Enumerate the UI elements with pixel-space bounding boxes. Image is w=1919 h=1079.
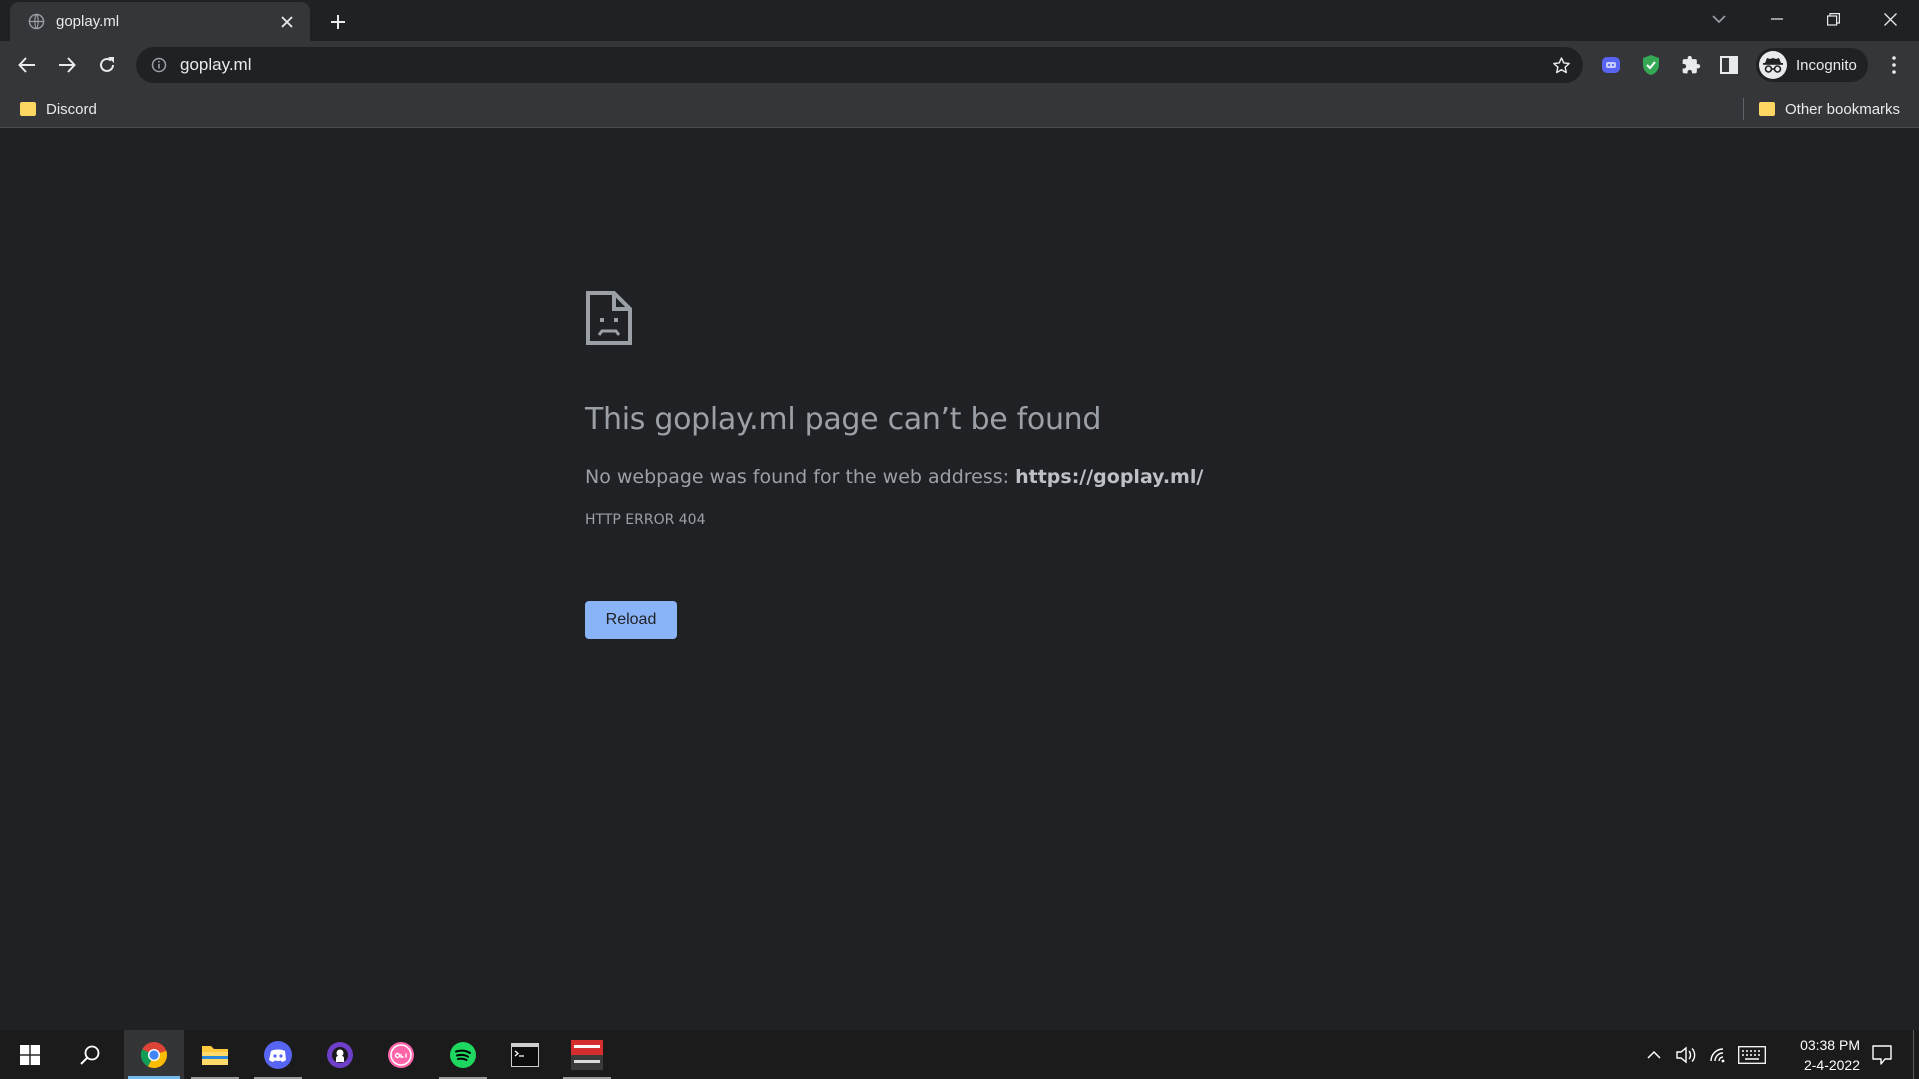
reload-button[interactable]: Reload <box>585 601 677 639</box>
url-text: goplay.ml <box>180 55 252 74</box>
github-icon <box>327 1041 353 1068</box>
discord-icon <box>264 1040 292 1069</box>
restore-button[interactable] <box>1805 0 1862 38</box>
other-bookmarks-label: Other bookmarks <box>1785 100 1901 118</box>
close-window-button[interactable] <box>1862 0 1919 38</box>
error-code: HTTP ERROR 404 <box>585 512 706 528</box>
incognito-icon <box>1759 51 1787 79</box>
minimize-button[interactable] <box>1748 0 1805 38</box>
taskbar-discord[interactable] <box>248 1030 308 1079</box>
error-url: https://goplay.ml/ <box>1015 466 1204 488</box>
profile-label: Incognito <box>1796 56 1857 74</box>
error-description-text: No webpage was found for the web address… <box>585 466 1010 488</box>
folder-icon <box>202 1045 228 1065</box>
windows-taskbar: 03:38 PM 2-4-2022 <box>0 1030 1919 1079</box>
terminal-icon <box>511 1042 539 1067</box>
search-icon[interactable] <box>60 1030 120 1079</box>
window-controls <box>1748 0 1919 38</box>
osu-icon <box>388 1041 414 1068</box>
error-description: No webpage was found for the web address… <box>585 466 1203 488</box>
browser-tab[interactable]: goplay.ml <box>10 2 310 41</box>
globe-icon <box>26 12 46 32</box>
site-info-icon[interactable] <box>150 56 168 74</box>
folder-icon <box>1759 102 1775 116</box>
taskbar-voicemeeter[interactable] <box>557 1030 617 1079</box>
back-button[interactable] <box>11 49 43 81</box>
start-button[interactable] <box>0 1030 60 1079</box>
volume-icon[interactable] <box>1672 1030 1700 1079</box>
sad-document-icon <box>585 290 633 346</box>
error-title: This goplay.ml page can’t be found <box>585 402 1102 437</box>
tab-strip: goplay.ml <box>0 0 1919 41</box>
discord-extension-icon[interactable] <box>1597 51 1625 79</box>
browser-toolbar: goplay.ml Incognito <box>0 41 1919 89</box>
folder-icon <box>20 102 36 116</box>
shield-extension-icon[interactable] <box>1637 51 1665 79</box>
chrome-icon <box>140 1041 167 1068</box>
keyboard-icon[interactable] <box>1736 1030 1768 1079</box>
side-panel-icon[interactable] <box>1715 51 1743 79</box>
bookmark-star-icon[interactable] <box>1551 55 1571 75</box>
reload-icon[interactable] <box>91 49 123 81</box>
voicemeeter-icon <box>571 1039 603 1070</box>
notification-center-icon[interactable] <box>1862 1030 1902 1079</box>
network-icon[interactable] <box>1704 1030 1732 1079</box>
bookmarks-separator <box>1743 98 1744 120</box>
bookmarks-bar: Discord Other bookmarks <box>0 89 1919 128</box>
taskbar-chrome[interactable] <box>124 1030 184 1079</box>
taskbar-file-explorer[interactable] <box>185 1030 245 1079</box>
taskbar-spotify[interactable] <box>433 1030 493 1079</box>
puzzle-extensions-icon[interactable] <box>1677 51 1705 79</box>
taskbar-terminal[interactable] <box>495 1030 555 1079</box>
close-tab-icon[interactable] <box>276 11 298 33</box>
bookmark-label: Discord <box>46 100 97 118</box>
more-menu-icon[interactable] <box>1880 51 1908 79</box>
address-bar[interactable]: goplay.ml <box>136 47 1583 83</box>
spotify-icon <box>450 1041 476 1068</box>
taskbar-github-desktop[interactable] <box>310 1030 370 1079</box>
forward-button[interactable] <box>51 49 83 81</box>
clock-date: 2-4-2022 <box>1803 1057 1860 1073</box>
bookmark-discord[interactable]: Discord <box>14 96 103 122</box>
new-tab-button[interactable] <box>324 8 352 36</box>
tab-search-chevron-icon[interactable] <box>1700 6 1738 32</box>
tab-title: goplay.ml <box>56 13 120 30</box>
taskbar-osu[interactable] <box>371 1030 431 1079</box>
show-hidden-icons-chevron-icon[interactable] <box>1642 1030 1666 1079</box>
taskbar-clock[interactable]: 03:38 PM 2-4-2022 <box>1770 1035 1860 1075</box>
show-desktop-button[interactable] <box>1913 1030 1919 1079</box>
incognito-profile-button[interactable]: Incognito <box>1756 48 1868 82</box>
other-bookmarks[interactable]: Other bookmarks <box>1753 96 1906 122</box>
clock-time: 03:38 PM <box>1800 1037 1860 1053</box>
